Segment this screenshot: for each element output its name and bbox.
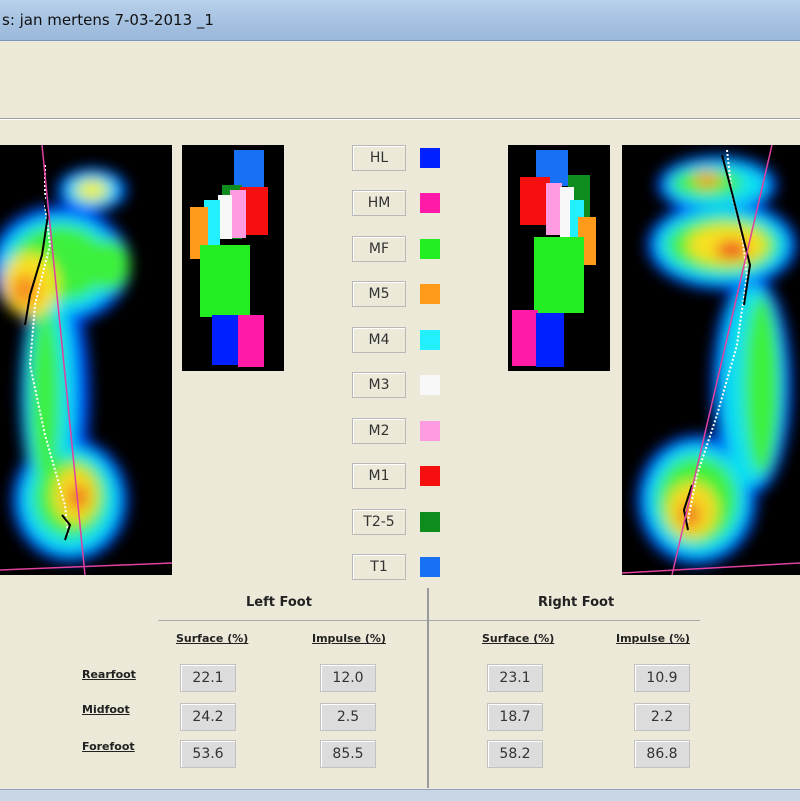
legend-item: HM [352, 189, 448, 219]
left-foot-title: Left Foot [246, 595, 312, 610]
legend-swatch [420, 466, 440, 486]
legend-swatch [420, 421, 440, 441]
left-surface-header: Surface (%) [176, 632, 249, 645]
legend-label: T1 [352, 554, 406, 580]
legend-item: MF [352, 235, 448, 265]
legend-item: M5 [352, 280, 448, 310]
legend-item: M2 [352, 417, 448, 447]
title-bar: s: jan mertens 7-03-2013 _1 [0, 0, 800, 41]
legend-label: M2 [352, 418, 406, 444]
right-impulse-header: Impulse (%) [616, 632, 690, 645]
legend-swatch [420, 512, 440, 532]
right-surface-value: 58.2 [487, 740, 543, 768]
toolbar-area [0, 41, 800, 117]
right-foot-segment-map [508, 145, 610, 371]
legend-label: M3 [352, 372, 406, 398]
right-foot-title: Right Foot [538, 595, 615, 610]
legend-item: M1 [352, 462, 448, 492]
legend-label: T2-5 [352, 509, 406, 535]
divider [158, 620, 700, 621]
right-impulse-value: 10.9 [634, 664, 690, 692]
legend-item: HL [352, 144, 448, 174]
legend-swatch [420, 193, 440, 213]
left-surface-value: 22.1 [180, 664, 236, 692]
legend-label: M4 [352, 327, 406, 353]
legend-label: MF [352, 236, 406, 262]
row-label-forefoot: Forefoot [82, 740, 135, 753]
legend-swatch [420, 148, 440, 168]
left-impulse-value: 2.5 [320, 703, 376, 731]
right-surface-header: Surface (%) [482, 632, 555, 645]
legend-swatch [420, 330, 440, 350]
window-bottom-border [0, 789, 800, 801]
legend-swatch [420, 557, 440, 577]
legend-swatch [420, 239, 440, 259]
right-surface-value: 18.7 [487, 703, 543, 731]
legend-label: M1 [352, 463, 406, 489]
left-foot-segment-map [182, 145, 284, 371]
row-label-midfoot: Midfoot [82, 703, 130, 716]
legend-swatch [420, 284, 440, 304]
legend-item: T2-5 [352, 508, 448, 538]
left-impulse-value: 85.5 [320, 740, 376, 768]
left-impulse-value: 12.0 [320, 664, 376, 692]
legend-item: M3 [352, 371, 448, 401]
legend-item: M4 [352, 326, 448, 356]
right-impulse-value: 2.2 [634, 703, 690, 731]
left-foot-pressure-map [0, 145, 172, 575]
left-surface-value: 24.2 [180, 703, 236, 731]
legend-label: HM [352, 190, 406, 216]
legend-swatch [420, 375, 440, 395]
row-label-rearfoot: Rearfoot [82, 668, 136, 681]
legend-label: HL [352, 145, 406, 171]
window-title: s: jan mertens 7-03-2013 _1 [2, 11, 214, 29]
right-foot-pressure-map [622, 145, 800, 575]
divider [0, 118, 800, 120]
right-impulse-value: 86.8 [634, 740, 690, 768]
divider [427, 588, 429, 788]
legend-label: M5 [352, 281, 406, 307]
legend-item: T1 [352, 553, 448, 583]
left-impulse-header: Impulse (%) [312, 632, 386, 645]
left-surface-value: 53.6 [180, 740, 236, 768]
right-surface-value: 23.1 [487, 664, 543, 692]
